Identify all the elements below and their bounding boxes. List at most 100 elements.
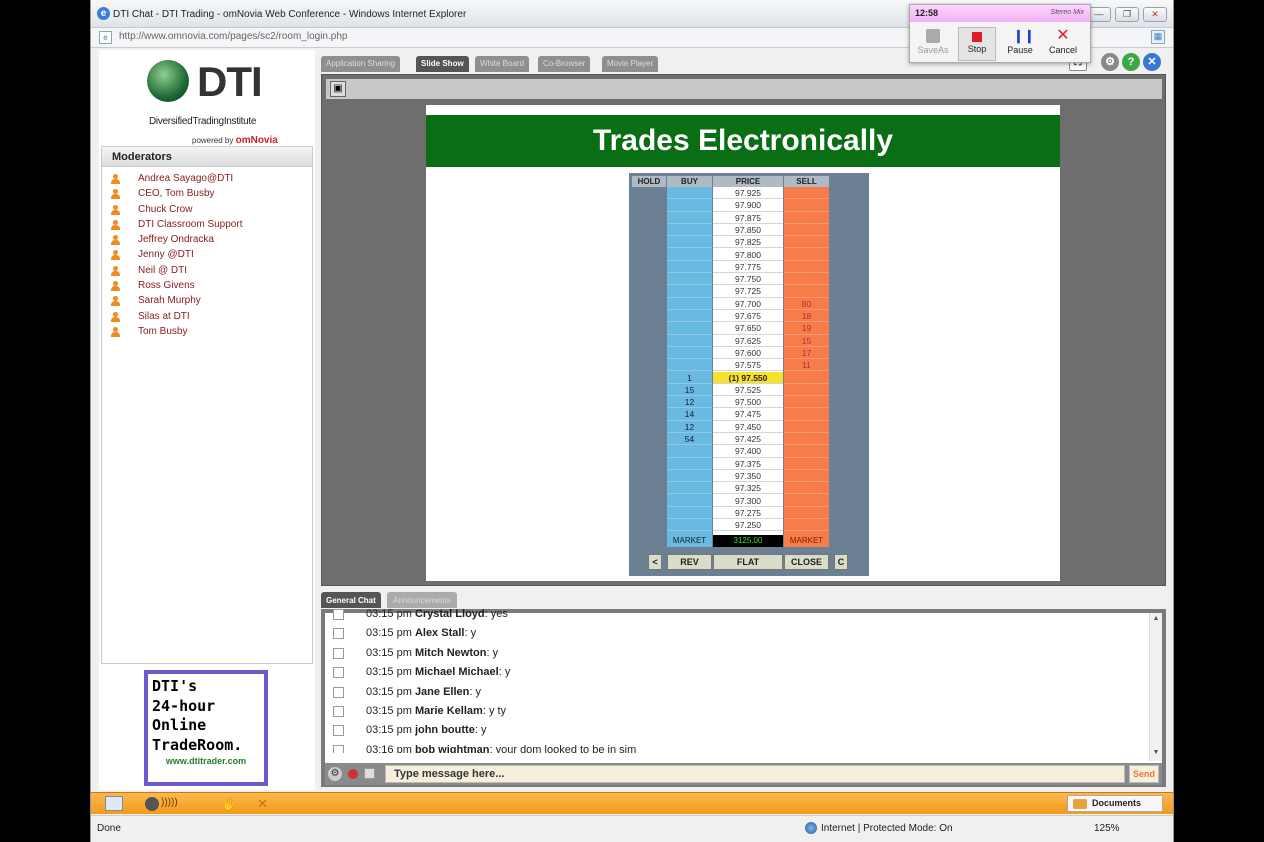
save-as-button[interactable]: SaveAs [914, 27, 952, 61]
close-position-button[interactable]: CLOSE [784, 554, 829, 570]
dom-left-button[interactable]: < [648, 554, 662, 570]
message-checkbox[interactable] [333, 609, 344, 620]
expand-icon[interactable]: ▣ [330, 81, 346, 97]
chat-message-input[interactable]: Type message here... [385, 765, 1125, 783]
compatibility-icon[interactable]: ▦ [1151, 30, 1165, 44]
raise-hand-icon[interactable]: ✋ [221, 796, 237, 812]
buy-cell[interactable] [667, 212, 712, 224]
sell-cell[interactable] [784, 372, 829, 384]
sell-cell[interactable] [784, 273, 829, 286]
url-text[interactable]: http://www.omnovia.com/pages/sc2/room_lo… [119, 31, 347, 42]
sell-market-button[interactable]: MARKET [784, 535, 829, 547]
rev-button[interactable]: REV [667, 554, 712, 570]
buy-cell[interactable] [667, 359, 712, 372]
buy-cell[interactable] [667, 519, 712, 532]
sell-cell[interactable] [784, 482, 829, 495]
buy-cell[interactable]: 12 [667, 421, 712, 433]
sell-cell[interactable] [784, 507, 829, 520]
tab-movie-player[interactable]: Movie Player [602, 56, 659, 72]
moderator-item[interactable]: Jenny @DTI [102, 247, 312, 262]
sell-cell[interactable] [784, 384, 829, 397]
tools-icon[interactable]: ✕ [257, 796, 268, 812]
message-checkbox[interactable] [333, 686, 344, 698]
sell-cell[interactable]: 17 [784, 347, 829, 360]
moderator-item[interactable]: Chuck Crow [102, 202, 312, 217]
moderator-item[interactable]: Andrea Sayago@DTI [102, 171, 312, 186]
buy-cell[interactable] [667, 458, 712, 470]
buy-cell[interactable] [667, 310, 712, 323]
send-button[interactable]: Send [1129, 765, 1159, 783]
sell-cell[interactable] [784, 408, 829, 421]
screen-icon[interactable] [105, 796, 123, 811]
sell-cell[interactable] [784, 421, 829, 433]
sell-cell[interactable]: 80 [784, 298, 829, 310]
scroll-down-icon[interactable]: ▼ [1151, 749, 1161, 759]
tab-application-sharing[interactable]: Application Sharing [321, 56, 400, 72]
security-zone[interactable]: Internet | Protected Mode: On [805, 822, 953, 834]
buy-cell[interactable]: 54 [667, 433, 712, 446]
moderator-item[interactable]: Jeffrey Ondracka [102, 232, 312, 247]
dom-c-button[interactable]: C [834, 554, 848, 570]
flat-button[interactable]: FLAT [713, 554, 783, 570]
message-checkbox[interactable] [333, 628, 344, 640]
stop-button[interactable]: Stop [958, 27, 996, 61]
buy-cell[interactable] [667, 347, 712, 360]
traderoom-ad[interactable]: DTI's 24-hour Online TradeRoom. www.dtit… [144, 670, 268, 786]
buy-cell[interactable]: 1 [667, 372, 712, 384]
buy-cell[interactable]: 14 [667, 408, 712, 421]
buy-cell[interactable] [667, 495, 712, 507]
message-checkbox[interactable] [333, 725, 344, 737]
sell-cell[interactable] [784, 249, 829, 261]
volume-icon[interactable]: ))))) [161, 797, 178, 808]
buy-cell[interactable] [667, 445, 712, 458]
sell-cell[interactable] [784, 236, 829, 249]
help-icon[interactable]: ? [1122, 53, 1140, 71]
buy-cell[interactable] [667, 261, 712, 274]
buy-cell[interactable] [667, 249, 712, 261]
moderator-item[interactable]: Silas at DTI [102, 309, 312, 324]
sell-cell[interactable] [784, 458, 829, 470]
buy-cell[interactable] [667, 199, 712, 212]
buy-cell[interactable] [667, 273, 712, 286]
buy-cell[interactable] [667, 507, 712, 520]
tab-white-board[interactable]: White Board [475, 56, 530, 72]
message-checkbox[interactable] [333, 705, 344, 717]
chat-scrollbar[interactable]: ▲ ▼ [1149, 613, 1162, 761]
sell-cell[interactable] [784, 285, 829, 298]
emoticon-icon[interactable] [348, 769, 358, 779]
sell-cell[interactable] [784, 445, 829, 458]
moderator-item[interactable]: Tom Busby [102, 324, 312, 339]
sell-cell[interactable] [784, 261, 829, 274]
sell-cell[interactable] [784, 224, 829, 237]
moderator-item[interactable]: Sarah Murphy [102, 293, 312, 308]
buy-cell[interactable] [667, 298, 712, 310]
buy-cell[interactable] [667, 470, 712, 483]
moderator-item[interactable]: Ross Givens [102, 278, 312, 293]
moderator-item[interactable]: DTI Classroom Support [102, 217, 312, 232]
sell-cell[interactable] [784, 199, 829, 212]
buy-cell[interactable] [667, 236, 712, 249]
moderator-item[interactable]: Neil @ DTI [102, 263, 312, 278]
sell-cell[interactable] [784, 396, 829, 409]
sell-cell[interactable]: 19 [784, 322, 829, 335]
close-button[interactable]: ✕ [1143, 7, 1167, 22]
message-checkbox[interactable] [333, 647, 344, 659]
documents-button[interactable]: Documents [1067, 795, 1163, 812]
sell-cell[interactable] [784, 495, 829, 507]
buy-market-button[interactable]: MARKET [667, 535, 712, 547]
zoom-level[interactable]: 125% [1094, 823, 1120, 834]
tab-slide-show[interactable]: Slide Show [416, 56, 469, 72]
buy-cell[interactable] [667, 322, 712, 335]
moderator-item[interactable]: CEO, Tom Busby [102, 186, 312, 201]
sell-cell[interactable] [784, 187, 829, 200]
buy-cell[interactable] [667, 224, 712, 237]
font-color-icon[interactable] [364, 768, 375, 779]
exit-icon[interactable]: ✕ [1143, 53, 1161, 71]
settings-icon[interactable]: ⚙ [1101, 53, 1119, 71]
sell-cell[interactable] [784, 212, 829, 224]
pause-button[interactable]: ❙❙ Pause [1001, 27, 1039, 61]
message-checkbox[interactable] [333, 744, 344, 753]
chat-settings-icon[interactable]: ⚙ [328, 767, 342, 781]
restore-button[interactable]: ❐ [1115, 7, 1139, 22]
sell-cell[interactable] [784, 433, 829, 446]
